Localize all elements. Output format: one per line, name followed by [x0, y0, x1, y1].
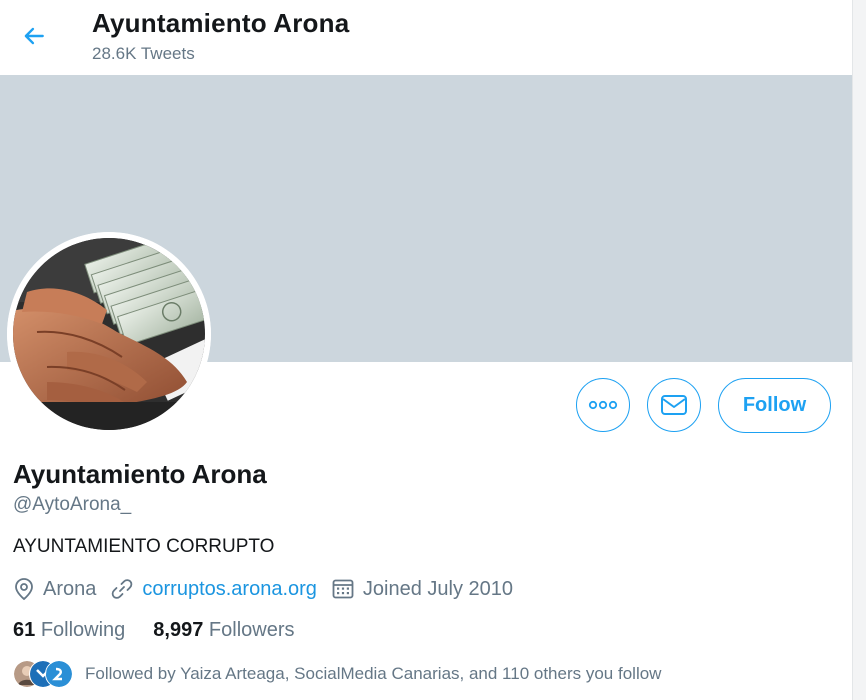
- profile-stats: 61 Following 8,997 Followers: [13, 619, 295, 642]
- mail-icon: [661, 395, 687, 415]
- header-title: Ayuntamiento Arona: [92, 8, 350, 38]
- followers-label: Followers: [208, 619, 295, 641]
- profile-meta: Arona corruptos.arona.org Joined July 20…: [13, 574, 513, 604]
- avatar-image: [7, 232, 211, 436]
- following-count: 61: [13, 619, 36, 641]
- scrollbar[interactable]: [852, 0, 866, 700]
- website: corruptos.arona.org: [110, 577, 317, 601]
- join-date-text: Joined July 2010: [362, 577, 514, 600]
- location-pin-icon: [15, 578, 33, 601]
- display-name: Ayuntamiento Arona: [13, 459, 267, 489]
- back-button[interactable]: [14, 16, 54, 56]
- calendar-icon: [332, 579, 354, 599]
- followed-by-avatars: [13, 660, 73, 688]
- avatar: [45, 660, 73, 688]
- location-text: Arona: [43, 577, 97, 600]
- following-label: Following: [40, 619, 126, 641]
- website-link[interactable]: corruptos.arona.org: [142, 578, 317, 601]
- more-button[interactable]: [576, 378, 630, 432]
- followed-by-text: Followed by Yaiza Arteaga, SocialMedia C…: [85, 664, 662, 683]
- profile-page: Ayuntamiento Arona 28.6K Tweets Follow A…: [0, 0, 866, 700]
- followed-by[interactable]: Followed by Yaiza Arteaga, SocialMedia C…: [13, 660, 661, 688]
- user-handle: @AytoArona_: [13, 494, 132, 515]
- profile-avatar[interactable]: [7, 232, 211, 436]
- location: Arona: [13, 577, 96, 601]
- link-icon: [112, 579, 133, 599]
- profile-header: Ayuntamiento Arona 28.6K Tweets: [0, 0, 853, 75]
- profile-bio: AYUNTAMIENTO CORRUPTO: [13, 536, 275, 557]
- join-date: Joined July 2010: [331, 577, 513, 601]
- follow-button[interactable]: Follow: [718, 378, 831, 433]
- followers-stat[interactable]: 8,997 Followers: [153, 619, 294, 642]
- arrow-left-icon: [24, 27, 44, 45]
- more-horizontal-icon: [588, 400, 618, 410]
- tweet-count: 28.6K Tweets: [92, 44, 195, 63]
- followers-count: 8,997: [153, 619, 204, 641]
- following-stat[interactable]: 61 Following: [13, 619, 125, 642]
- message-button[interactable]: [647, 378, 701, 432]
